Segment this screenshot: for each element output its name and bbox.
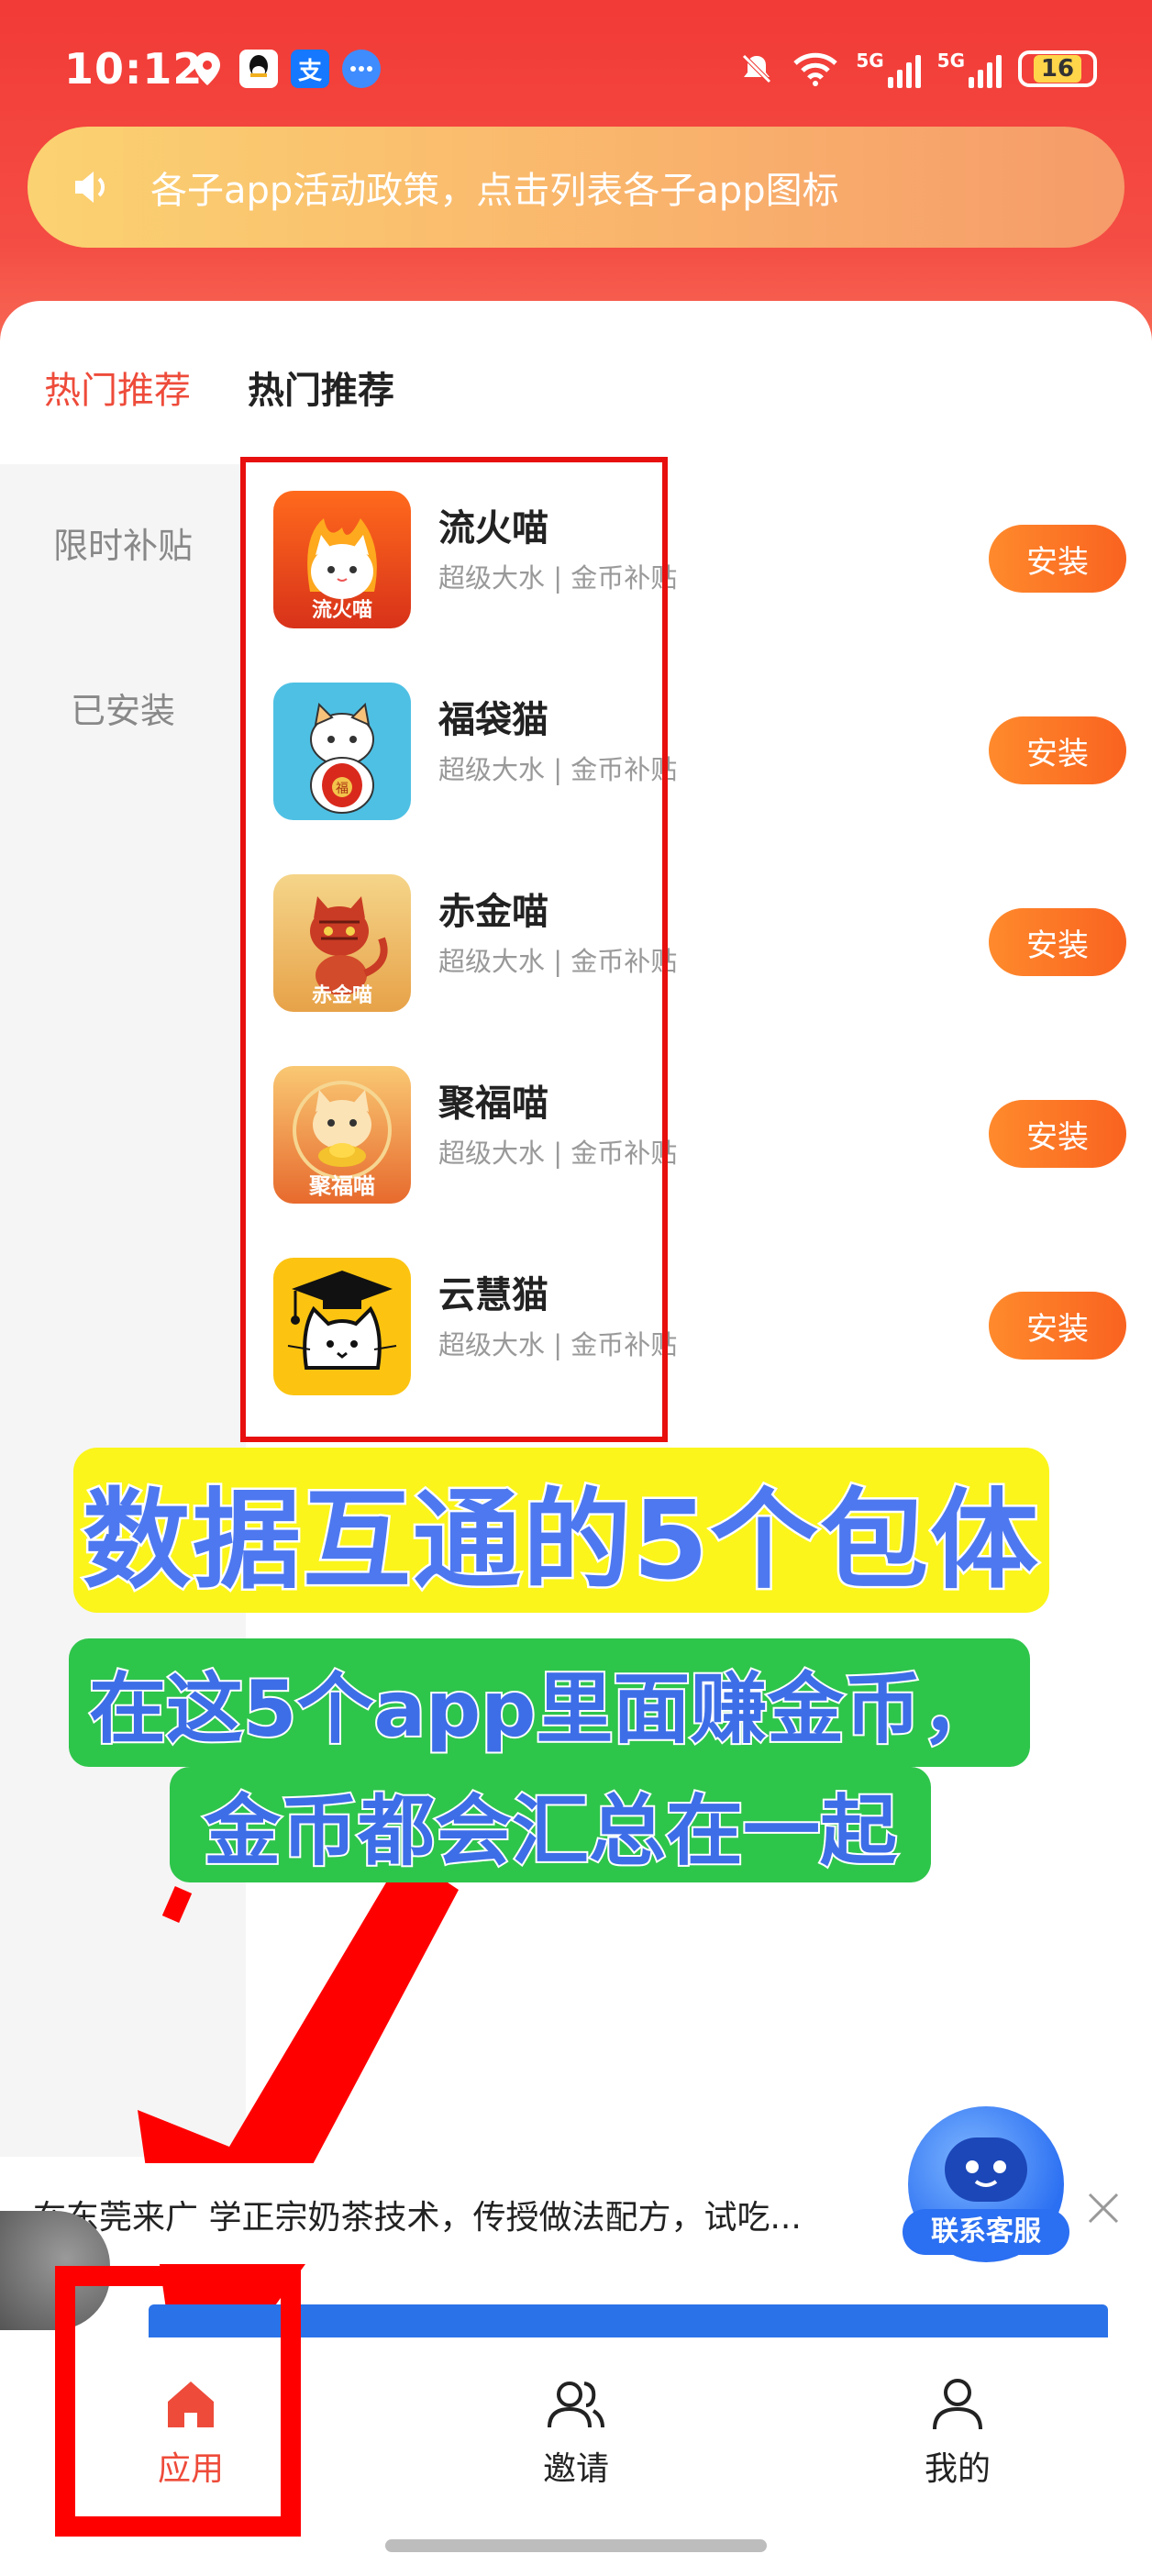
message-icon — [342, 50, 381, 88]
sidebar: 限时补贴 已安装 — [0, 464, 246, 2157]
app-page: 10:12 支 5G 5G 16 各子app活动政策，点击列表各子app图标 热… — [0, 0, 1152, 2576]
annotation-box-apps-tab — [55, 2266, 301, 2537]
signal-bars-icon — [969, 51, 1002, 88]
status-time: 10:12 — [64, 44, 204, 94]
customer-service-button[interactable]: 联系客服 — [903, 2106, 1069, 2262]
user-icon — [933, 2379, 982, 2430]
caption-line-3: 金币都会汇总在一起 — [202, 1784, 899, 1878]
nav-item-mine[interactable]: 我的 — [866, 2374, 1049, 2490]
users-icon — [548, 2382, 604, 2428]
notice-text: 各子app活动政策，点击列表各子app图标 — [150, 170, 839, 212]
install-button[interactable]: 安装 — [989, 1100, 1126, 1168]
install-button[interactable]: 安装 — [989, 908, 1126, 976]
status-notification-icons: 支 — [188, 50, 381, 88]
annotation-box-app-list — [240, 457, 668, 1442]
network-label: 5G — [856, 50, 884, 72]
battery-level: 16 — [1033, 55, 1082, 83]
speaker-icon — [75, 172, 105, 203]
wifi-icon — [793, 52, 838, 86]
caption-line-2: 在这5个app里面赚金币， — [87, 1662, 1000, 1756]
install-button[interactable]: 安装 — [989, 525, 1126, 593]
qq-icon — [239, 50, 278, 88]
marquee-text: 在东莞来广 学正宗奶茶技术，传授做法配方，试吃... — [33, 2199, 802, 2237]
customer-service-label: 联系客服 — [903, 2209, 1069, 2255]
home-indicator[interactable] — [385, 2539, 767, 2552]
policy-notice-bar[interactable]: 各子app活动政策，点击列表各子app图标 — [28, 127, 1124, 248]
status-bar: 10:12 支 5G 5G 16 — [64, 37, 1097, 101]
category-tabs: 热门推荐 热门推荐 — [44, 361, 394, 414]
mute-bell-icon — [742, 54, 772, 83]
tab-hot-recommend-active[interactable]: 热门推荐 — [44, 361, 191, 414]
caption-line-1: 数据互通的5个包体 — [80, 1474, 1041, 1605]
sidebar-item-installed[interactable]: 已安装 — [0, 683, 246, 733]
install-button[interactable]: 安装 — [989, 716, 1126, 784]
signal-5g-2: 5G — [937, 50, 1002, 88]
location-icon — [188, 50, 227, 88]
robot-icon — [945, 2137, 1027, 2202]
signal-bars-icon — [887, 51, 921, 88]
nav-item-invite[interactable]: 邀请 — [484, 2374, 668, 2490]
sidebar-item-limited-subsidy[interactable]: 限时补贴 — [0, 517, 246, 568]
nav-label: 邀请 — [542, 2450, 609, 2488]
status-system-icons: 5G 5G 16 — [738, 50, 1097, 88]
caption-earn-coins: 在这5个app里面赚金币， — [69, 1638, 1030, 1767]
caption-coins-merged: 金币都会汇总在一起 — [170, 1767, 931, 1882]
install-button[interactable]: 安装 — [989, 1292, 1126, 1360]
battery-icon: 16 — [1018, 50, 1097, 87]
network-label-2: 5G — [936, 50, 965, 72]
nav-label: 我的 — [924, 2450, 991, 2488]
close-icon[interactable] — [1082, 2187, 1124, 2229]
alipay-icon: 支 — [291, 50, 329, 88]
signal-5g-1: 5G — [856, 50, 921, 88]
tab-hot-recommend[interactable]: 热门推荐 — [248, 361, 394, 414]
caption-five-packages: 数据互通的5个包体 — [73, 1448, 1049, 1613]
